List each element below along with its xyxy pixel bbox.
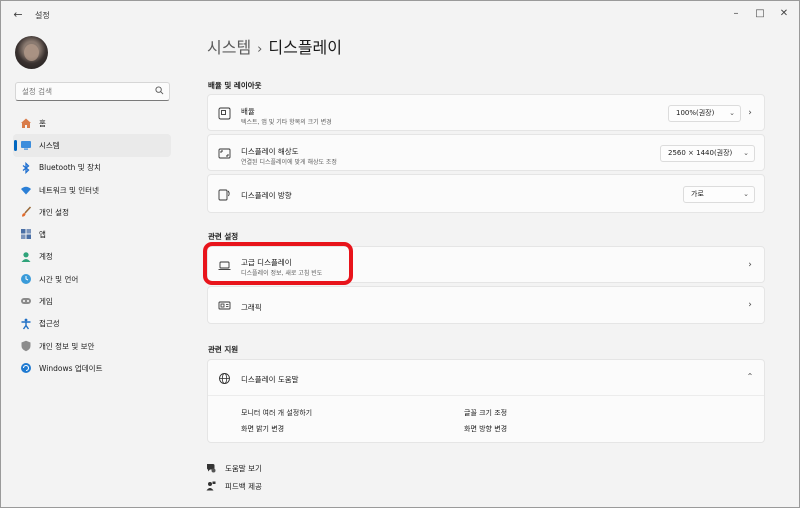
sidebar-item-system[interactable]: 시스템: [13, 134, 171, 157]
sidebar-item-label: 개인 정보 및 보안: [39, 341, 95, 351]
chevron-down-icon: ⌄: [743, 149, 749, 157]
back-button[interactable]: ←: [11, 8, 25, 22]
gamepad-icon: [21, 298, 31, 305]
sidebar-item-accessibility[interactable]: 접근성: [13, 313, 171, 335]
system-icon: [21, 141, 31, 150]
breadcrumb: 시스템 › 디스플레이: [207, 34, 342, 58]
title-bar: ← 설정 – □ ✕: [1, 1, 799, 29]
sidebar-item-gaming[interactable]: 게임: [13, 290, 171, 312]
close-button[interactable]: ✕: [775, 6, 793, 22]
breadcrumb-parent[interactable]: 시스템: [207, 38, 251, 57]
globe-clock-icon: [21, 274, 31, 285]
sidebar-item-label: 홈: [39, 118, 46, 128]
sidebar-item-label: 네트워크 및 인터넷: [39, 185, 99, 195]
orientation-icon: [218, 189, 230, 201]
sidebar-item-label: 시스템: [39, 140, 60, 150]
sidebar-item-windows-update[interactable]: Windows 업데이트: [13, 357, 171, 379]
sidebar-item-label: Bluetooth 및 장치: [39, 163, 101, 173]
sidebar-item-apps[interactable]: 앱: [13, 223, 171, 245]
resolution-card: 디스플레이 해상도 연결된 디스플레이에 맞게 해상도 조정 2560 × 14…: [207, 134, 765, 171]
sidebar-nav: 홈 시스템 Bluetooth 및 장치 네트워크 및 인터넷 개인 설정 앱 …: [13, 112, 171, 380]
sidebar-item-home[interactable]: 홈: [13, 112, 171, 134]
highlight-box: [203, 242, 353, 285]
sidebar-item-label: 시간 및 언어: [39, 274, 79, 284]
sidebar-item-label: 계정: [39, 252, 53, 262]
orientation-title: 디스플레이 방향: [241, 191, 292, 200]
sidebar-item-label: 접근성: [39, 319, 60, 329]
section-title-related-settings: 관련 설정: [208, 232, 239, 241]
chevron-down-icon: ⌄: [729, 109, 735, 117]
chevron-up-icon[interactable]: ⌃: [746, 372, 754, 381]
apps-icon: [21, 229, 31, 240]
scale-dropdown-value: 100%(권장): [676, 109, 715, 117]
get-help-icon: [207, 464, 216, 473]
avatar[interactable]: [15, 36, 48, 69]
minimize-button[interactable]: –: [727, 6, 745, 22]
resolution-dropdown-value: 2560 × 1440(권장): [668, 149, 733, 157]
brush-icon: [22, 206, 32, 217]
sidebar-item-label: Windows 업데이트: [39, 363, 103, 373]
display-help-header[interactable]: 디스플레이 도움말 ⌃: [208, 360, 764, 396]
get-help-link[interactable]: 도움말 보기: [225, 463, 262, 474]
sidebar-item-label: 개인 설정: [39, 207, 69, 217]
globe-icon: [219, 373, 230, 384]
page-title: 디스플레이: [268, 38, 342, 57]
section-title-related-support: 관련 지원: [208, 345, 239, 354]
sidebar-item-network[interactable]: 네트워크 및 인터넷: [13, 179, 171, 201]
chevron-right-icon[interactable]: ›: [746, 260, 754, 270]
account-icon: [21, 251, 31, 262]
shield-icon: [21, 340, 31, 352]
chevron-right-icon[interactable]: ›: [746, 108, 754, 118]
display-help-title: 디스플레이 도움말: [241, 375, 299, 384]
sidebar-item-time-language[interactable]: 시간 및 언어: [13, 268, 171, 290]
scale-dropdown[interactable]: 100%(권장) ⌄: [668, 105, 741, 122]
sidebar-item-privacy[interactable]: 개인 정보 및 보안: [13, 335, 171, 357]
resolution-subtitle: 연결된 디스플레이에 맞게 해상도 조정: [241, 159, 337, 166]
resolution-title: 디스플레이 해상도: [241, 147, 299, 156]
graphics-card-icon: [218, 301, 231, 310]
sidebar-item-label: 게임: [39, 297, 53, 307]
home-icon: [21, 118, 31, 128]
breadcrumb-separator: ›: [257, 42, 263, 57]
chevron-down-icon: ⌄: [743, 190, 749, 198]
help-link[interactable]: 모니터 여러 개 설정하기: [241, 408, 312, 418]
display-help-card: 디스플레이 도움말 ⌃ 모니터 여러 개 설정하기 글꼴 크기 조정 화면 밝기…: [207, 359, 765, 443]
help-link[interactable]: 화면 방향 변경: [464, 424, 507, 434]
search-input[interactable]: [16, 83, 154, 100]
bluetooth-icon: [22, 161, 30, 174]
sidebar-item-personalization[interactable]: 개인 설정: [13, 201, 171, 223]
settings-window: ← 설정 – □ ✕ 홈 시스템 Bluetooth 및 장치 네트워크 및 인…: [0, 0, 800, 508]
feedback-icon: [206, 481, 216, 491]
update-icon: [21, 363, 31, 374]
search-box: [15, 82, 170, 101]
help-link[interactable]: 글꼴 크기 조정: [464, 408, 507, 418]
feedback-link[interactable]: 피드백 제공: [225, 481, 262, 492]
chevron-right-icon[interactable]: ›: [746, 300, 754, 310]
orientation-dropdown[interactable]: 가로 ⌄: [683, 186, 755, 203]
orientation-card: 디스플레이 방향 가로 ⌄: [207, 174, 765, 213]
app-title: 설정: [35, 11, 50, 20]
accessibility-icon: [21, 318, 31, 330]
scale-subtitle: 텍스트, 앱 및 기타 항목의 크기 변경: [241, 119, 332, 126]
maximize-button[interactable]: □: [751, 6, 769, 22]
graphics-card[interactable]: 그래픽 ›: [207, 286, 765, 324]
sidebar-item-bluetooth[interactable]: Bluetooth 및 장치: [13, 157, 171, 179]
sidebar-item-accounts[interactable]: 계정: [13, 246, 171, 268]
graphics-title: 그래픽: [241, 303, 262, 312]
wifi-icon: [21, 186, 31, 195]
scale-title: 배율: [241, 107, 255, 116]
section-title-scale-layout: 배율 및 레이아웃: [208, 81, 262, 90]
sidebar-item-label: 앱: [39, 230, 46, 240]
scale-card[interactable]: 배율 텍스트, 앱 및 기타 항목의 크기 변경 100%(권장) ⌄ ›: [207, 94, 765, 131]
scale-icon: [218, 107, 231, 120]
help-link[interactable]: 화면 밝기 변경: [241, 424, 284, 434]
search-icon[interactable]: [155, 86, 164, 95]
orientation-dropdown-value: 가로: [691, 190, 704, 198]
resolution-icon: [218, 148, 231, 159]
resolution-dropdown[interactable]: 2560 × 1440(권장) ⌄: [660, 145, 755, 162]
